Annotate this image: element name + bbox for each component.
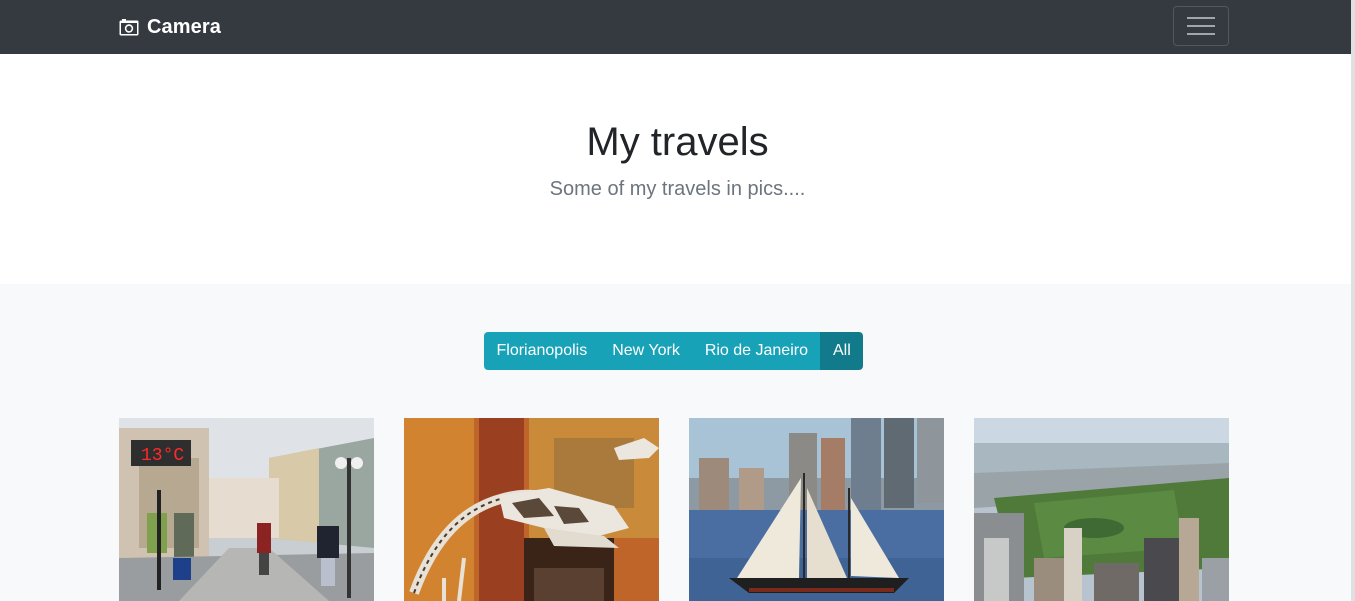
navbar: Camera (0, 0, 1355, 54)
gallery-section: Florianopolis New York Rio de Janeiro Al… (0, 284, 1355, 601)
page-scrollbar[interactable] (1351, 0, 1355, 601)
filter-all-button[interactable]: All (820, 332, 864, 370)
filter-rio-de-janeiro-button[interactable]: Rio de Janeiro (692, 332, 821, 370)
navbar-toggle-button[interactable] (1173, 6, 1229, 46)
page-subtitle: Some of my travels in pics.... (549, 178, 806, 200)
camera-icon (119, 18, 139, 36)
central-park-image (974, 418, 1229, 601)
filter-new-york-button[interactable]: New York (599, 332, 693, 370)
hero-section: My travels Some of my travels in pics...… (0, 54, 1355, 284)
filter-button-group: Florianopolis New York Rio de Janeiro Al… (484, 332, 864, 370)
filter-florianopolis-button[interactable]: Florianopolis (484, 332, 600, 370)
sailboat-image (689, 418, 944, 601)
photo-florianopolis-street[interactable]: 13°C (119, 418, 374, 601)
thermometer-display: 13°C (141, 446, 184, 466)
photo-central-park[interactable] (974, 418, 1229, 601)
hamburger-menu-icon (1187, 15, 1215, 37)
page-title: My travels (586, 120, 769, 164)
brand-text: Camera (147, 15, 221, 38)
brand-link[interactable]: Camera (119, 14, 221, 40)
street-scene-image: 13°C (119, 418, 374, 601)
dinosaur-skeleton-image (404, 418, 659, 601)
photo-sailboat-hudson[interactable] (689, 418, 944, 601)
photo-dinosaur-skeleton[interactable] (404, 418, 659, 601)
